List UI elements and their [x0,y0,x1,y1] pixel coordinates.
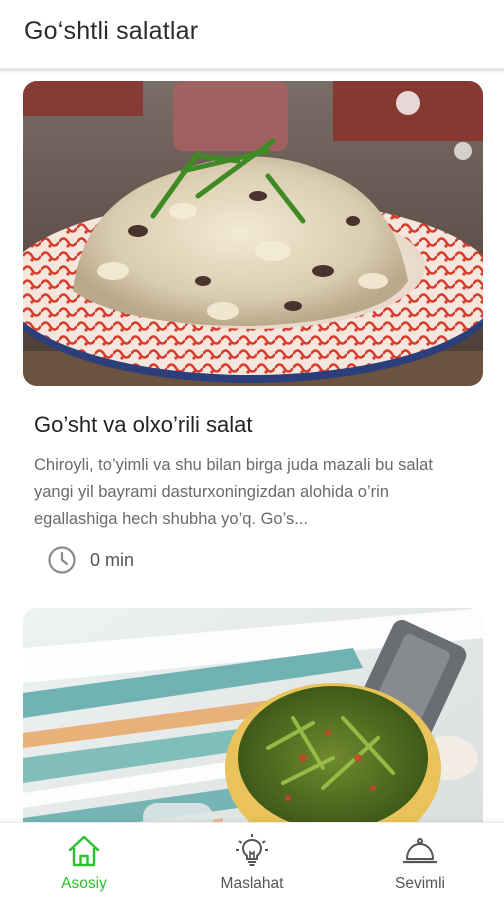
recipe-image[interactable] [23,81,483,386]
recipe-list[interactable]: Go’sht va olxo’rili salat Chiroyli, to’y… [0,71,504,822]
nav-item-tips[interactable]: Maslahat [168,823,336,901]
recipe-card[interactable]: Go’sht va olxo’rili salat Chiroyli, to’y… [23,81,483,574]
recipe-image[interactable] [23,608,483,822]
recipe-card[interactable] [23,608,483,822]
nav-label-home: Asosiy [61,875,107,892]
bottom-navigation: Asosiy Maslahat Sevimli [0,822,504,901]
home-icon [66,833,102,869]
recipe-title[interactable]: Go’sht va olxo’rili salat [34,412,252,438]
nav-label-tips: Maslahat [220,875,284,892]
cloche-icon [402,833,438,869]
clock-icon [47,545,77,575]
nav-item-favorites[interactable]: Sevimli [336,823,504,901]
page-title: Go‘shtli salatlar [24,17,199,45]
nav-item-home[interactable]: Asosiy [0,823,168,901]
recipe-description: Chiroyli, to’yimli va shu bilan birga ju… [34,456,433,528]
app-bar: Go‘shtli salatlar [0,0,504,71]
recipe-time-label: 0 min [90,550,135,570]
lightbulb-icon [234,833,270,869]
nav-label-favorites: Sevimli [395,875,445,892]
